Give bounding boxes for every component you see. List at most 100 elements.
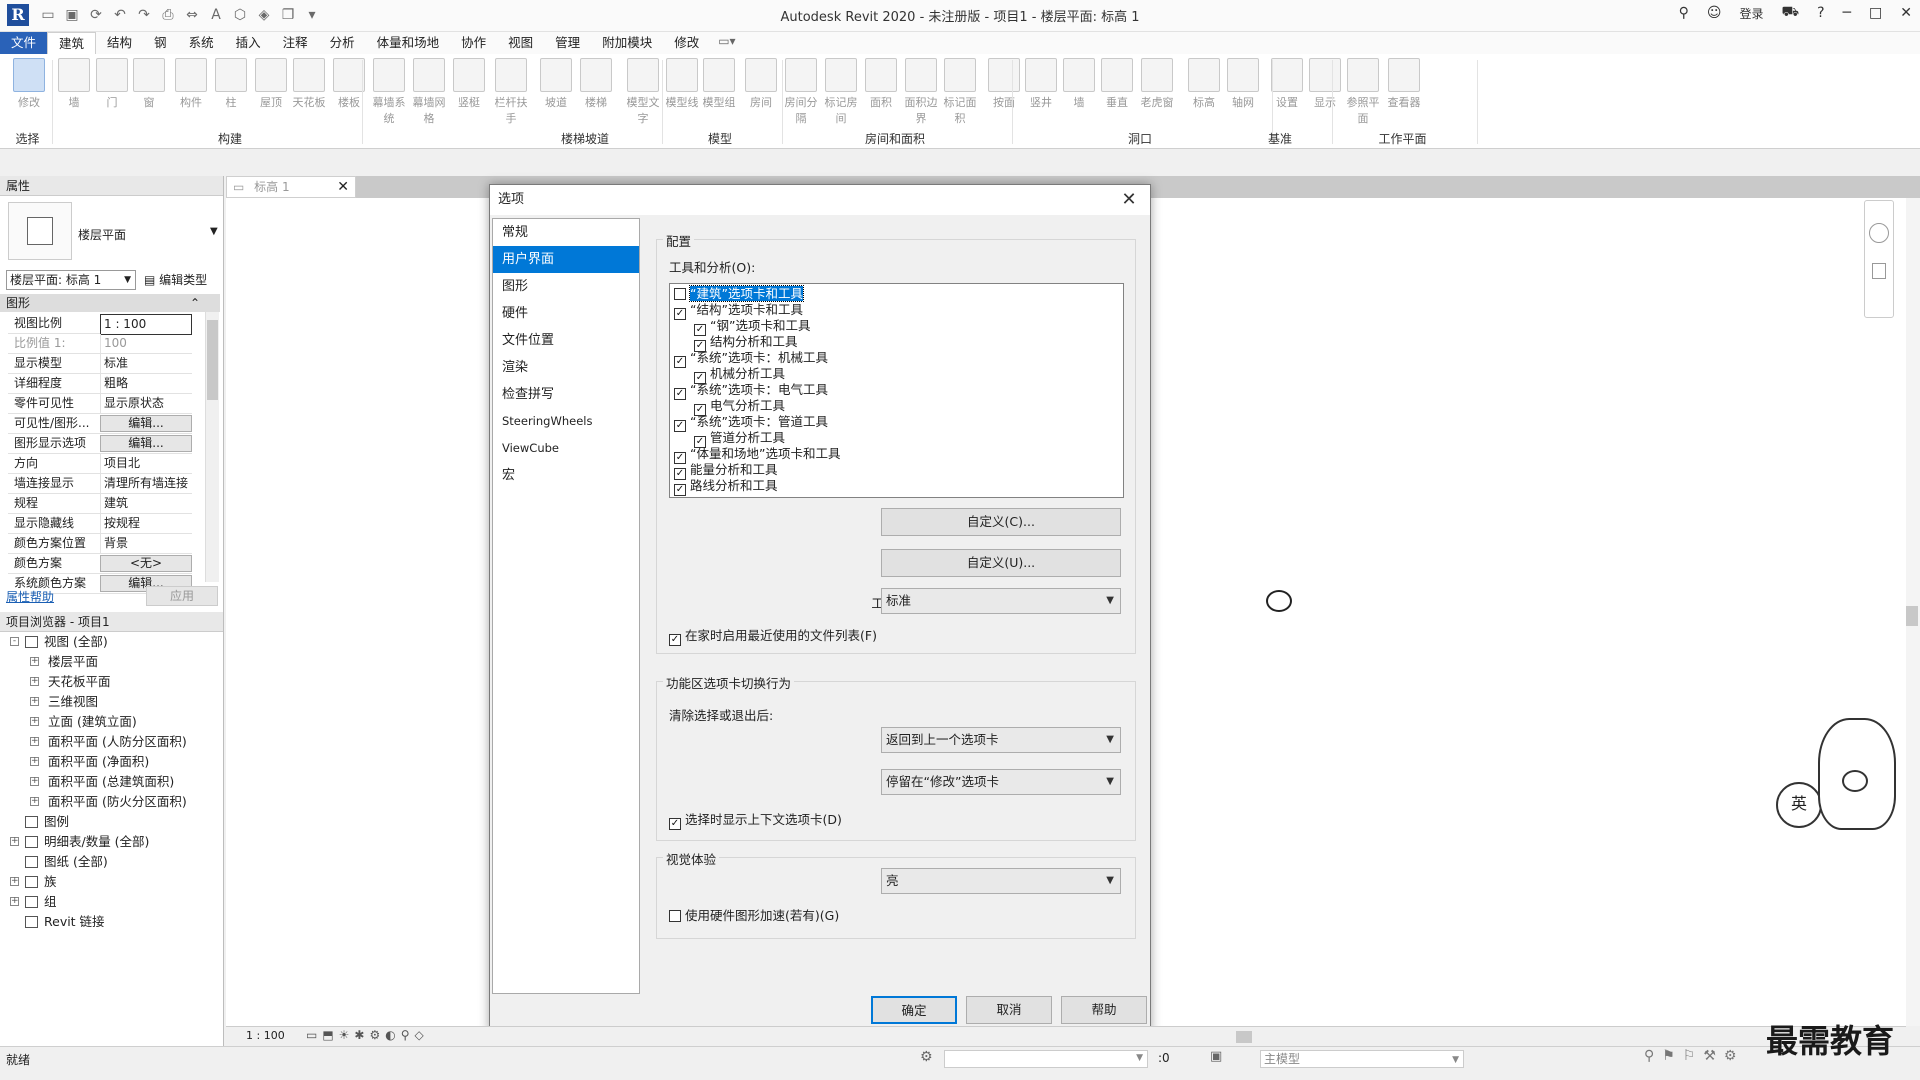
expand-icon[interactable]: + [30,777,39,786]
context-tab-checkbox[interactable]: ✓ 选择时显示上下文选项卡(D) [669,812,842,830]
tool-item[interactable]: ✓ “体量和场地”选项卡和工具 [674,446,840,464]
tab-13[interactable]: 修改 [663,32,710,54]
ribbon-button-15[interactable]: 模型文字 [624,58,662,126]
ribbon-button-20[interactable]: 标记房间 [822,58,860,126]
checkbox-checked-icon[interactable]: ✓ [674,420,686,432]
ribbon-button-27[interactable]: 垂直 [1098,58,1136,110]
expand-icon[interactable]: + [30,717,39,726]
tool-item[interactable]: ✓ “钢”选项卡和工具 [694,318,810,336]
hw-accel-checkbox[interactable]: 使用硬件图形加速(若有)(G) [669,908,839,924]
options-nav-item[interactable]: 文件位置 [493,327,639,354]
browser-item[interactable]: + 组 [0,892,224,912]
recent-files-checkbox[interactable]: ✓ 在家时启用最近使用的文件列表(F) [669,628,877,646]
browser-item[interactable]: 图纸 (全部) [0,852,224,872]
ribbon-button-3[interactable]: 窗 [130,58,168,110]
ribbon-button-16[interactable]: 模型线 [663,58,701,110]
browser-item[interactable]: Revit 链接 [0,912,224,932]
checkbox-checked-icon[interactable]: ✓ [674,484,686,496]
tool-item[interactable]: ✓ 能量分析和工具 [674,462,778,480]
options-nav-item[interactable]: 宏 [493,462,639,489]
expand-icon[interactable]: + [30,757,39,766]
ribbon-button-4[interactable]: 构件 [172,58,210,110]
checkbox-checked-icon[interactable]: ✓ [674,308,686,320]
ribbon-button-24[interactable]: 按面 [985,58,1023,110]
ribbon-button-9[interactable]: 幕墙系统 [370,58,408,126]
options-nav-item[interactable]: 硬件 [493,300,639,327]
tool-item[interactable]: ✓ 电气分析工具 [694,398,785,416]
tab-11[interactable]: 管理 [544,32,591,54]
ribbon-button-7[interactable]: 天花板 [290,58,328,110]
close-button[interactable]: ✕ [1900,5,1912,21]
ribbon-button-18[interactable]: 房间 [742,58,780,110]
browser-item[interactable]: + 面积平面 (防火分区面积) [0,792,224,812]
ribbon-button-12[interactable]: 栏杆扶手 [492,58,530,126]
tab-8[interactable]: 体量和场地 [366,32,451,54]
ribbon-button-2[interactable]: 门 [93,58,131,110]
browser-item[interactable]: + 族 [0,872,224,892]
options-nav-item[interactable]: 常规 [493,219,639,246]
ribbon-button-0[interactable]: 修改 [10,58,48,110]
design-options-icon[interactable]: ▣ [1210,1049,1222,1064]
expand-icon[interactable]: + [10,897,19,906]
property-edit-button[interactable]: 编辑... [100,415,192,432]
tool-item[interactable]: ✓ 机械分析工具 [694,366,785,384]
expand-icon[interactable]: + [30,737,39,746]
tab-3[interactable]: 钢 [143,32,178,54]
browser-item[interactable]: + 面积平面 (总建筑面积) [0,772,224,792]
graphics-section-header[interactable]: 图形 ⌃ [0,294,220,312]
ribbon-button-25[interactable]: 竖井 [1022,58,1060,110]
browser-item[interactable]: + 面积平面 (人防分区面积) [0,732,224,752]
zoom-icon[interactable] [1872,263,1886,279]
properties-help-link[interactable]: 属性帮助 [6,588,54,605]
cart-icon[interactable]: ⛟ [1782,4,1800,22]
ribbon-button-28[interactable]: 老虎窗 [1138,58,1176,110]
browser-item[interactable]: + 三维视图 [0,692,224,712]
tab-12[interactable]: 附加模块 [591,32,663,54]
ribbon-button-29[interactable]: 标高 [1185,58,1223,110]
ribbon-button-22[interactable]: 面积边界 [902,58,940,126]
options-nav-item[interactable]: 渲染 [493,354,639,381]
ribbon-button-31[interactable]: 设置 [1268,58,1306,110]
tool-item[interactable]: ✓ “系统”选项卡：机械工具 [674,350,828,368]
ribbon-button-30[interactable]: 轴网 [1224,58,1262,110]
tool-item[interactable]: ✓ “系统”选项卡：管道工具 [674,414,828,432]
browser-item[interactable]: + 楼层平面 [0,652,224,672]
tool-item[interactable]: ✓ 结构分析和工具 [694,334,798,352]
ribbon-button-13[interactable]: 坡道 [537,58,575,110]
ribbon-button-23[interactable]: 标记面积 [941,58,979,126]
hscroll-thumb[interactable] [1236,1031,1252,1043]
browser-item[interactable]: + 立面 (建筑立面) [0,712,224,732]
ribbon-button-6[interactable]: 屋顶 [252,58,290,110]
tooltip-select[interactable]: 标准 ▼ [881,588,1121,614]
tab-2[interactable]: 结构 [96,32,143,54]
ribbon-button-17[interactable]: 模型组 [700,58,738,110]
scroll-thumb[interactable] [207,320,218,400]
workset-dropdown[interactable]: ▼ [944,1050,1148,1068]
browser-item[interactable]: 图例 [0,812,224,832]
view-scale[interactable]: 1 : 100 [246,1029,285,1042]
ok-button[interactable]: 确定 [871,996,957,1024]
ribbon-button-34[interactable]: 查看器 [1385,58,1423,110]
tab-6[interactable]: 注释 [272,32,319,54]
edit-type-button[interactable]: ▤ 编辑类型 [144,270,207,290]
project-env-select[interactable]: 返回到上一个选项卡 ▼ [881,727,1121,753]
checkbox-checked-icon[interactable]: ✓ [674,356,686,368]
ribbon-button-14[interactable]: 楼梯 [577,58,615,110]
ribbon-button-5[interactable]: 柱 [212,58,250,110]
ribbon-button-32[interactable]: 显示 [1306,58,1344,110]
view-control-icons[interactable]: ▭⬒☀✱⚙◐⚲◇ [306,1028,429,1042]
ribbon-button-26[interactable]: 墙 [1060,58,1098,110]
tool-item[interactable]: “建筑”选项卡和工具 [674,285,804,302]
worksets-icon[interactable]: ⚙ [920,1049,933,1065]
theme-select[interactable]: 亮 ▼ [881,868,1121,894]
dialog-close-button[interactable]: ✕ [1118,189,1140,211]
contextual-tab-icon[interactable]: ▭▾ [710,32,743,54]
vscroll-thumb[interactable] [1906,606,1918,626]
design-option-dropdown[interactable]: 主模型 ▼ [1260,1050,1464,1068]
options-nav-item[interactable]: 检查拼写 [493,381,639,408]
tab-0[interactable]: 文件 [0,32,48,54]
property-edit-button[interactable]: 编辑... [100,435,192,452]
ribbon-button-19[interactable]: 房间分隔 [782,58,820,126]
ribbon-button-1[interactable]: 墙 [55,58,93,110]
ribbon-button-21[interactable]: 面积 [862,58,900,110]
